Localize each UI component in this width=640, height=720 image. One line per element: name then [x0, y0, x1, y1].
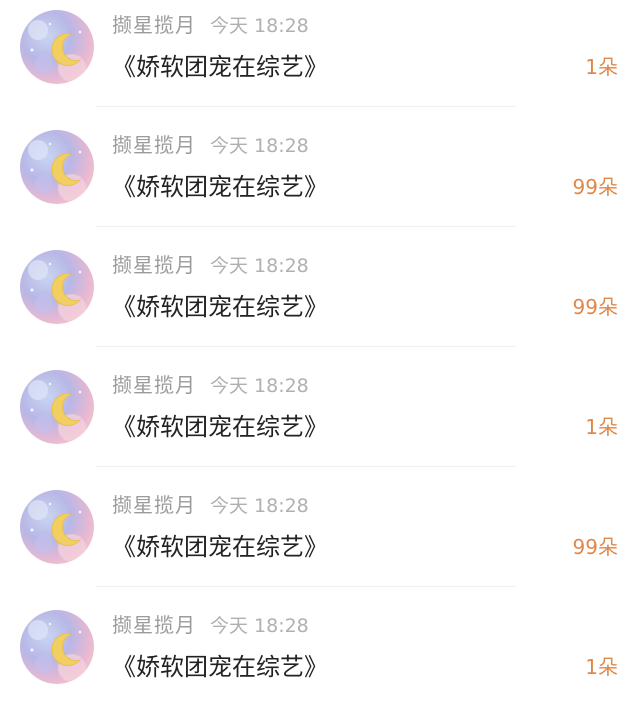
timestamp: 18:28: [254, 255, 309, 277]
avatar[interactable]: [20, 10, 94, 84]
timestamp: 18:28: [254, 375, 309, 397]
flower-count: 1朵: [585, 55, 618, 79]
list-item[interactable]: 撷星揽月 今天 18:28 《娇软团宠在综艺》 99朵: [0, 120, 640, 240]
timestamp: 18:28: [254, 495, 309, 517]
username[interactable]: 撷星揽月: [112, 13, 196, 37]
date-label: 今天: [210, 495, 249, 517]
book-title[interactable]: 《娇软团宠在综艺》: [112, 49, 328, 85]
flower-count: 1朵: [585, 415, 618, 439]
username[interactable]: 撷星揽月: [112, 493, 196, 517]
divider: [96, 226, 516, 227]
item-meta: 撷星揽月 今天 18:28: [112, 130, 309, 160]
item-meta: 撷星揽月 今天 18:28: [112, 370, 309, 400]
timestamp: 18:28: [254, 15, 309, 37]
username[interactable]: 撷星揽月: [112, 253, 196, 277]
crescent-moon-icon: [20, 370, 94, 444]
item-meta: 撷星揽月 今天 18:28: [112, 250, 309, 280]
divider: [96, 106, 516, 107]
username[interactable]: 撷星揽月: [112, 373, 196, 397]
date-label: 今天: [210, 255, 249, 277]
timestamp: 18:28: [254, 135, 309, 157]
crescent-moon-icon: [20, 10, 94, 84]
item-meta: 撷星揽月 今天 18:28: [112, 10, 309, 40]
date-label: 今天: [210, 135, 249, 157]
avatar[interactable]: [20, 130, 94, 204]
crescent-moon-icon: [20, 130, 94, 204]
avatar[interactable]: [20, 250, 94, 324]
avatar[interactable]: [20, 610, 94, 684]
gift-record-list: 撷星揽月 今天 18:28 《娇软团宠在综艺》 1朵 撷星揽月 今天 18:28…: [0, 0, 640, 706]
flower-count: 99朵: [572, 295, 618, 319]
date-label: 今天: [210, 375, 249, 397]
avatar[interactable]: [20, 490, 94, 564]
item-meta: 撷星揽月 今天 18:28: [112, 610, 309, 640]
divider: [96, 466, 516, 467]
date-label: 今天: [210, 615, 249, 637]
timestamp: 18:28: [254, 615, 309, 637]
book-title[interactable]: 《娇软团宠在综艺》: [112, 649, 328, 685]
flower-count: 1朵: [585, 655, 618, 679]
list-item[interactable]: 撷星揽月 今天 18:28 《娇软团宠在综艺》 1朵: [0, 600, 640, 720]
item-meta: 撷星揽月 今天 18:28: [112, 490, 309, 520]
date-label: 今天: [210, 15, 249, 37]
avatar[interactable]: [20, 370, 94, 444]
book-title[interactable]: 《娇软团宠在综艺》: [112, 409, 328, 445]
crescent-moon-icon: [20, 250, 94, 324]
list-item[interactable]: 撷星揽月 今天 18:28 《娇软团宠在综艺》 1朵: [0, 360, 640, 480]
username[interactable]: 撷星揽月: [112, 613, 196, 637]
book-title[interactable]: 《娇软团宠在综艺》: [112, 289, 328, 325]
book-title[interactable]: 《娇软团宠在综艺》: [112, 529, 328, 565]
divider: [96, 346, 516, 347]
crescent-moon-icon: [20, 490, 94, 564]
crescent-moon-icon: [20, 610, 94, 684]
book-title[interactable]: 《娇软团宠在综艺》: [112, 169, 328, 205]
flower-count: 99朵: [572, 175, 618, 199]
list-item[interactable]: 撷星揽月 今天 18:28 《娇软团宠在综艺》 1朵: [0, 0, 640, 120]
username[interactable]: 撷星揽月: [112, 133, 196, 157]
list-item[interactable]: 撷星揽月 今天 18:28 《娇软团宠在综艺》 99朵: [0, 240, 640, 360]
divider: [96, 586, 516, 587]
list-item[interactable]: 撷星揽月 今天 18:28 《娇软团宠在综艺》 99朵: [0, 480, 640, 600]
flower-count: 99朵: [572, 535, 618, 559]
